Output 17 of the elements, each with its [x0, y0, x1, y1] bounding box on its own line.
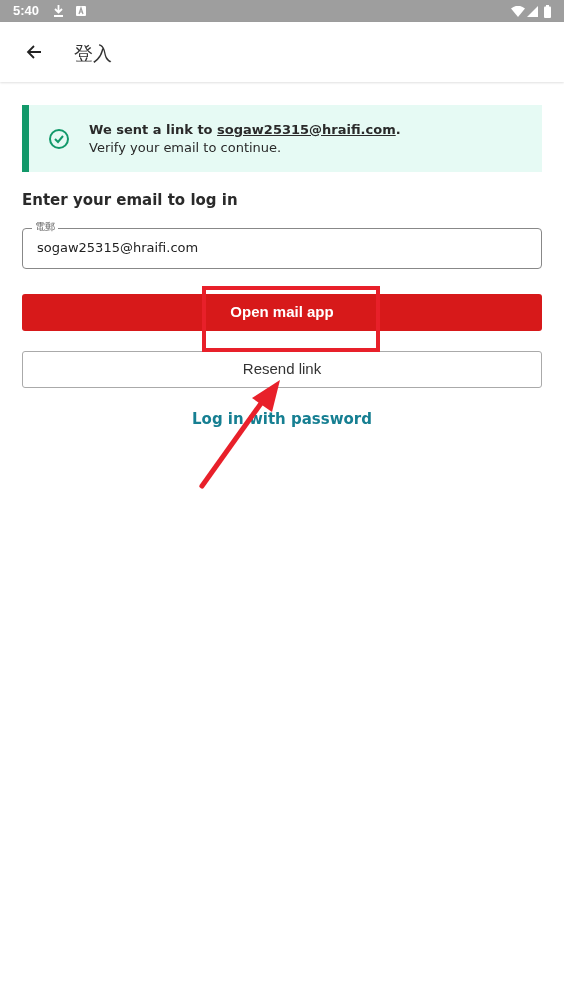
status-time: 5:40	[13, 2, 40, 21]
signal-icon	[527, 5, 538, 17]
keyboard-app-icon	[76, 6, 87, 16]
resend-link-button[interactable]: Resend link	[22, 350, 542, 388]
field-value: sogaw25315@hraifi.com	[37, 239, 199, 258]
back-arrow-icon	[26, 44, 42, 60]
page-title: 登入	[74, 40, 112, 66]
banner-detail: Verify your email to continue.	[89, 138, 283, 157]
wifi-icon	[511, 5, 525, 17]
check-circle-icon	[49, 128, 69, 149]
banner-message: We sent a link to sogaw25315@hraifi.com.	[89, 120, 401, 139]
section-heading: Enter your email to log in	[22, 190, 239, 211]
download-icon	[53, 5, 65, 17]
field-label: 電郵	[32, 220, 58, 233]
battery-icon	[544, 4, 551, 18]
open-mail-button[interactable]: Open mail app	[22, 293, 542, 331]
email-link[interactable]: sogaw25315@hraifi.com	[217, 121, 396, 137]
